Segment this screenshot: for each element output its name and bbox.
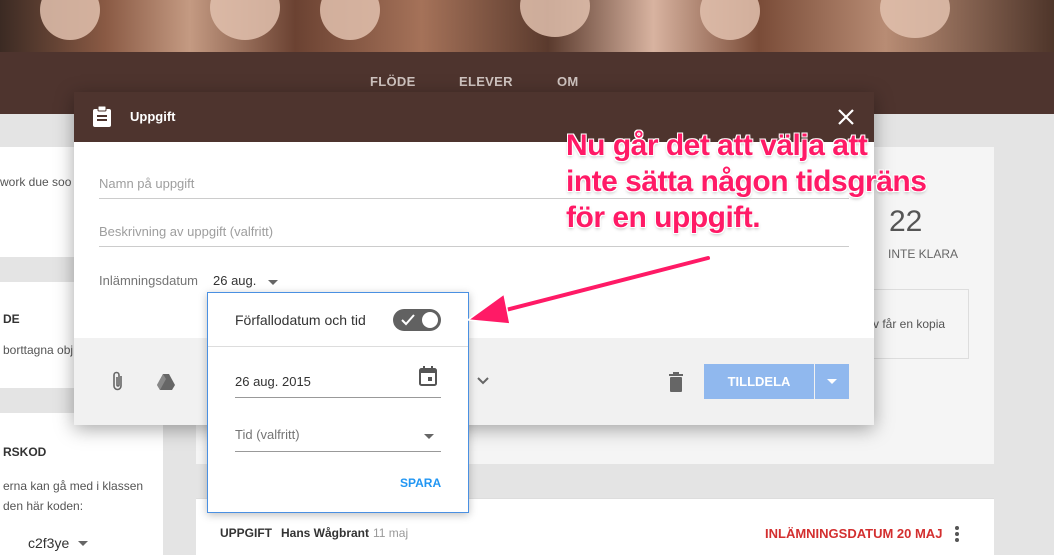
attach-file-icon[interactable] [110, 371, 126, 393]
delete-icon[interactable] [668, 372, 684, 392]
class-code-value[interactable]: c2f3ye [28, 535, 69, 551]
class-code-text-2: den här koden: [3, 499, 84, 513]
deleted-text[interactable]: borttagna obj [3, 343, 73, 357]
dialog-title: Uppgift [130, 109, 176, 124]
assign-dropdown-icon [827, 379, 837, 384]
google-drive-icon[interactable] [156, 373, 176, 391]
assignment-description-placeholder: Beskrivning av uppgift (valfritt) [99, 224, 274, 239]
assignment-icon [93, 106, 111, 127]
copy-info-text: v får en kopia [873, 317, 946, 331]
due-date-input-value: 26 aug. 2015 [235, 374, 311, 389]
annotation-line-1: Nu går det att välja att [566, 129, 868, 162]
time-select[interactable]: Tid (valfritt) [235, 425, 441, 452]
post-type: UPPGIFT [220, 526, 273, 540]
save-button[interactable]: SPARA [400, 476, 441, 490]
deleted-heading: DE [3, 312, 20, 326]
due-toggle-label: Förfallodatum och tid [235, 312, 366, 328]
post-date: 11 maj [373, 526, 409, 540]
class-code-chevron-icon[interactable] [78, 541, 88, 546]
time-dropdown-icon[interactable] [424, 434, 434, 439]
post-due: INLÄMNINGSDATUM 20 MAJ [765, 526, 943, 541]
due-date-dropdown-icon[interactable] [268, 280, 278, 285]
tab-om[interactable]: OM [557, 74, 579, 89]
annotation-text: Nu går det att välja att inte sätta någo… [566, 128, 986, 236]
not-done-label: INTE KLARA [888, 247, 959, 261]
tab-flode[interactable]: FLÖDE [370, 74, 416, 89]
class-code-heading: RSKOD [3, 445, 47, 459]
assign-button[interactable]: TILLDELA [704, 364, 814, 399]
tab-elever[interactable]: ELEVER [459, 74, 513, 89]
calendar-icon[interactable] [418, 366, 438, 386]
due-date-value[interactable]: 26 aug. [213, 273, 256, 288]
assignment-name-placeholder: Namn på uppgift [99, 176, 195, 191]
annotation-arrow [465, 254, 712, 325]
class-header-photo [0, 0, 1054, 52]
popover-divider [208, 346, 468, 347]
close-icon[interactable] [838, 109, 854, 125]
check-icon [401, 314, 415, 326]
due-date-label: Inlämningsdatum [99, 273, 198, 288]
post-author[interactable]: Hans Wågbrant [281, 526, 369, 540]
post-more-icon[interactable] [952, 524, 962, 544]
upcoming-text: work due soo [0, 175, 72, 189]
toggle-knob [422, 312, 438, 328]
assign-options-button[interactable] [815, 364, 849, 399]
due-toggle-switch[interactable] [393, 309, 441, 331]
annotation-line-3: för en uppgift. [566, 201, 761, 234]
more-options-chevron-icon[interactable] [476, 376, 490, 386]
due-date-input[interactable]: 26 aug. 2015 [235, 369, 441, 398]
annotation-line-2: inte sätta någon tidsgräns [566, 165, 927, 198]
class-code-text-1: erna kan gå med i klassen [3, 479, 144, 493]
time-placeholder: Tid (valfritt) [235, 427, 300, 442]
